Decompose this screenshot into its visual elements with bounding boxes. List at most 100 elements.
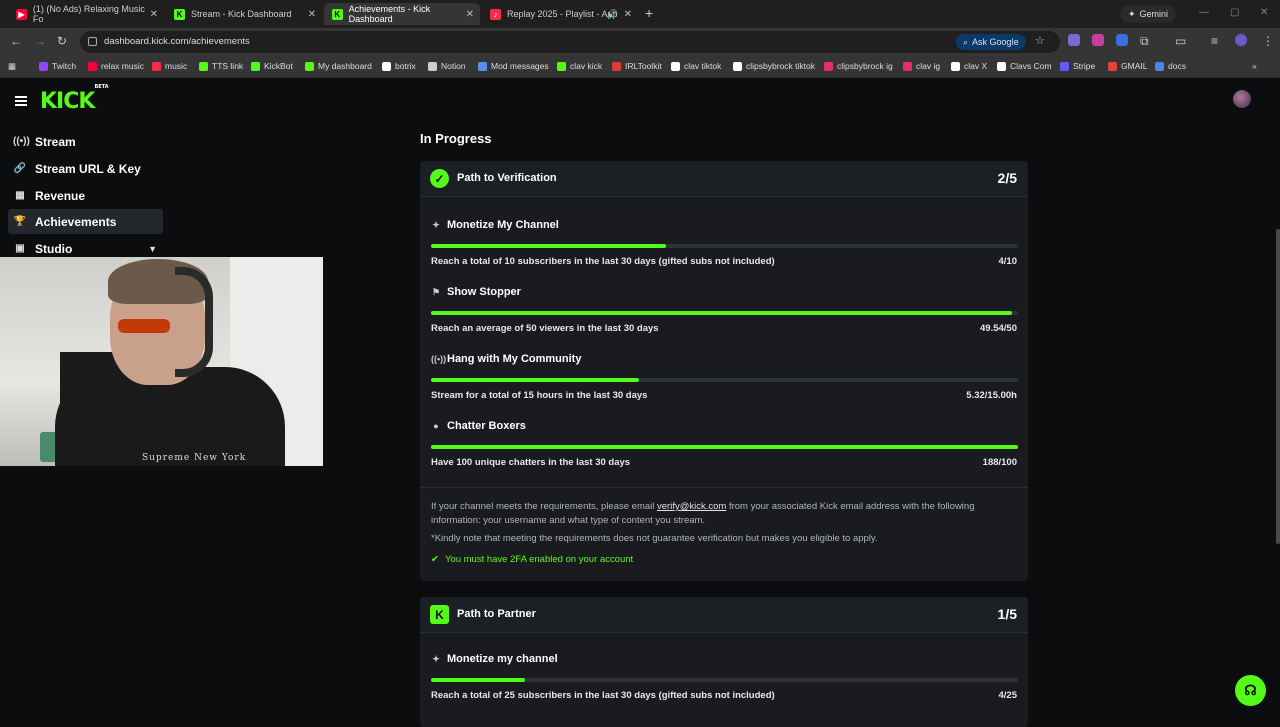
divider [420, 487, 1028, 488]
achievement-value: 49.54/50 [980, 323, 1017, 334]
chevron-down-icon[interactable]: ▼ [148, 244, 157, 254]
bookmark[interactable]: IRLToolkit [612, 61, 662, 71]
youtube-icon: ▶ [16, 8, 27, 20]
bookmark-star-icon[interactable]: ☆ [1035, 34, 1045, 47]
sidebar-item-label: Stream [35, 134, 76, 149]
sidebar-item-label: Studio [35, 241, 73, 256]
speaker-icon[interactable]: 🔊 [607, 9, 618, 20]
browser-tab-active[interactable]: K Achievements - Kick Dashboard ✕ [324, 3, 480, 25]
progress-bar [431, 445, 1018, 449]
scrollbar[interactable] [1276, 229, 1280, 544]
address-bar[interactable]: dashboard.kick.com/achievements ⌕ Ask Go… [80, 31, 1060, 53]
back-icon[interactable]: ← [10, 34, 22, 48]
trophy-icon: 🏆 [13, 216, 27, 227]
close-tab-icon[interactable]: ✕ [150, 9, 158, 20]
bookmark[interactable]: clav ig [903, 61, 940, 71]
kick-icon: K [332, 8, 343, 20]
profile-avatar-icon[interactable] [1235, 34, 1247, 46]
extension-icon[interactable] [1116, 34, 1128, 46]
sidebar-item-achievements[interactable]: 🏆 Achievements [8, 209, 163, 234]
close-tab-icon[interactable]: ✕ [624, 9, 632, 20]
tab-title: Achievements - Kick Dashboard [348, 4, 431, 24]
site-info-icon[interactable] [88, 37, 97, 46]
bookmark[interactable]: clipsbybrock tiktok [733, 61, 815, 71]
sidebar-item-label: Revenue [35, 188, 86, 203]
new-tab-icon[interactable]: + [645, 5, 653, 21]
sidebar-item-revenue[interactable]: ▦ Revenue [8, 183, 163, 208]
verified-badge-icon: ✓ [430, 169, 449, 188]
card-header[interactable]: K Path to Partner 1/5 [420, 597, 1028, 633]
reload-icon[interactable]: ↻ [57, 34, 67, 48]
gemini-button[interactable]: ✦ Gemini [1120, 5, 1176, 23]
extension-icon[interactable] [1068, 34, 1080, 46]
webcam-headset [175, 267, 213, 377]
browser-tab[interactable]: K Stream - Kick Dashboard ✕ [166, 3, 322, 25]
progress-fill [431, 244, 666, 248]
bookmark[interactable]: relax music [88, 61, 144, 71]
sidebar-item-stream-url-key[interactable]: 🔗 Stream URL & Key [8, 156, 163, 181]
achievement-value: 5.32/15.00h [966, 390, 1017, 401]
bookmark[interactable]: docs [1155, 61, 1186, 71]
media-icon[interactable]: ≡ [1211, 34, 1218, 48]
music-icon: ♪ [490, 8, 501, 20]
card-header[interactable]: ✓ Path to Verification 2/5 [420, 161, 1028, 197]
apps-grid-icon[interactable]: ▦ [8, 61, 16, 72]
bookmark[interactable]: Notion [428, 61, 466, 71]
avatar[interactable] [1233, 90, 1251, 108]
close-tab-icon[interactable]: ✕ [308, 9, 316, 20]
sidebar-item-label: Stream URL & Key [35, 161, 141, 176]
verify-email-link[interactable]: verify@kick.com [657, 501, 726, 512]
url-text: dashboard.kick.com/achievements [104, 36, 250, 47]
progress-fill [431, 445, 1018, 449]
progress-bar [431, 244, 1018, 248]
audience-icon: ⚑ [431, 286, 441, 297]
bookmark[interactable]: KickBot [251, 61, 293, 71]
kebab-menu-icon[interactable]: ⋮ [1262, 34, 1274, 48]
bookmark[interactable]: Mod messages [478, 61, 549, 71]
close-tab-icon[interactable]: ✕ [466, 9, 474, 20]
forward-icon[interactable]: → [34, 34, 46, 48]
bookmark[interactable]: Stripe [1060, 61, 1095, 71]
achievement-description: Reach a total of 25 subscribers in the l… [431, 690, 775, 701]
achievement-value: 188/100 [982, 457, 1017, 468]
hamburger-menu-icon[interactable] [15, 96, 27, 106]
progress-fill [431, 378, 640, 382]
card-progress-count: 1/5 [997, 606, 1017, 622]
verification-card: ✓ Path to Verification 2/5 ✦ Monetize My… [420, 161, 1028, 581]
achievement-description: Reach an average of 50 viewers in the la… [431, 323, 659, 334]
bookmark[interactable]: TTS link [199, 61, 243, 71]
extension-icon[interactable] [1092, 34, 1104, 46]
sidebar-item-stream[interactable]: ((•)) Stream [8, 129, 163, 154]
progress-fill [431, 311, 1013, 315]
bookmark[interactable]: My dashboard [305, 61, 372, 71]
bookmark[interactable]: Clavs Com [997, 61, 1052, 71]
support-chat-button[interactable]: ☊ [1235, 675, 1266, 706]
card-title: Path to Partner [457, 608, 536, 620]
bookmark[interactable]: clav X [951, 61, 987, 71]
bookmark[interactable]: botrix [382, 61, 416, 71]
progress-bar [431, 678, 1018, 682]
browser-tab[interactable]: ♪ Replay 2025 - Playlist - App 🔊 ✕ [482, 3, 638, 25]
minimize-icon[interactable]: — [1199, 7, 1209, 18]
webcam-glasses [118, 319, 170, 333]
ask-google-button[interactable]: ⌕ Ask Google [956, 34, 1026, 50]
webcam-overlay: Supreme New York [0, 257, 323, 466]
puzzle-icon[interactable]: ⧉ [1140, 34, 1149, 49]
card-progress-count: 2/5 [997, 170, 1017, 186]
bookmark[interactable]: Twitch [39, 61, 76, 71]
bookmark[interactable]: music [152, 61, 187, 71]
achievement-description: Have 100 unique chatters in the last 30 … [431, 457, 631, 468]
shirt-text: Supreme New York [142, 453, 247, 463]
browser-tab[interactable]: ▶ (1) (No Ads) Relaxing Music Fo ✕ [8, 3, 164, 25]
bookmark[interactable]: GMAIL [1108, 61, 1147, 71]
maximize-icon[interactable]: ▢ [1230, 7, 1239, 18]
bookmark[interactable]: clav tiktok [671, 61, 721, 71]
kick-logo[interactable]: KICKBETA [40, 84, 109, 114]
bookmark[interactable]: clav kick [557, 61, 602, 71]
achievement-title: ⚑ Show Stopper [431, 286, 521, 298]
more-bookmarks-icon[interactable]: » [1252, 61, 1257, 71]
close-window-icon[interactable]: ✕ [1260, 7, 1268, 18]
sidepanel-icon[interactable]: ▭ [1175, 34, 1186, 48]
bookmark[interactable]: clipsbybrock ig [824, 61, 893, 71]
sparkle-icon: ✦ [432, 653, 440, 664]
